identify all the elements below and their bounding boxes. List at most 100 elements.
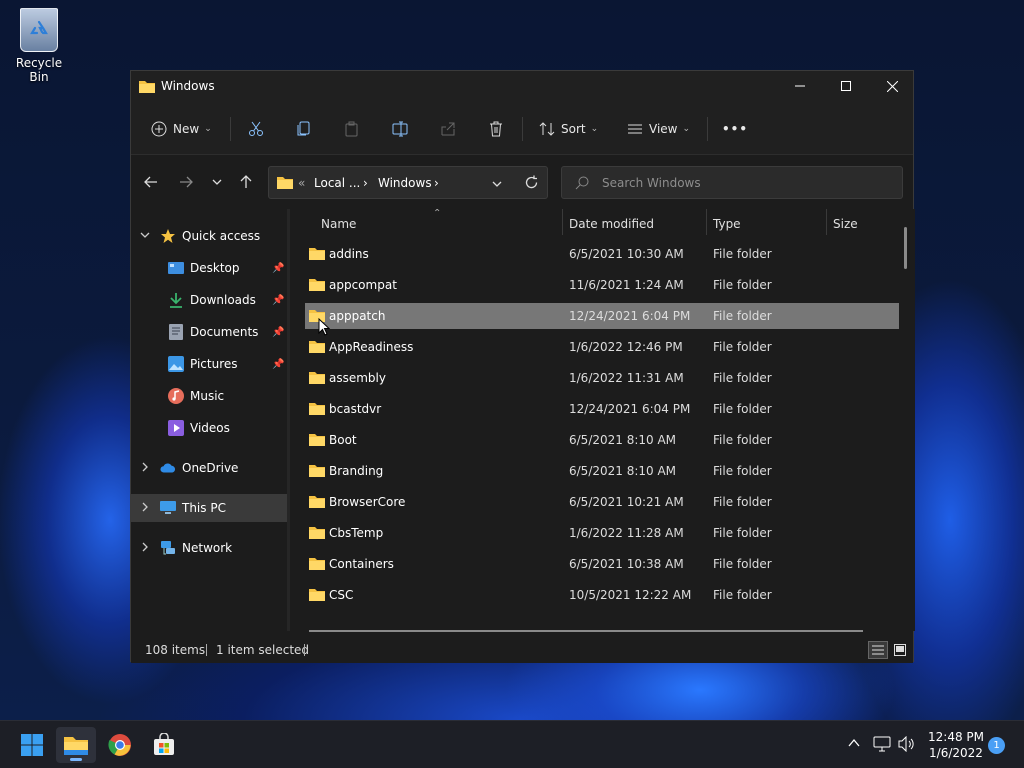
column-divider[interactable] xyxy=(562,209,563,235)
sort-button[interactable]: Sort ⌄ xyxy=(539,117,598,141)
sidebar-item-label: Videos xyxy=(190,421,230,435)
volume-button[interactable] xyxy=(898,735,916,755)
sidebar-item-documents[interactable]: Documents 📌 xyxy=(131,318,287,346)
file-explorer-window: Windows New ⌄ Sort ⌄ View ⌄ ••• « Local … xyxy=(130,70,915,663)
sidebar-item-videos[interactable]: Videos xyxy=(131,414,287,442)
file-row[interactable]: addins 6/5/2021 10:30 AM File folder xyxy=(305,241,899,267)
copy-button[interactable] xyxy=(296,117,312,141)
back-button[interactable] xyxy=(139,170,163,194)
paste-button[interactable] xyxy=(344,117,360,141)
taskbar-store[interactable] xyxy=(144,727,184,763)
horizontal-scrollbar[interactable] xyxy=(309,630,863,632)
file-name: BrowserCore xyxy=(329,495,406,509)
delete-button[interactable] xyxy=(488,117,504,141)
taskbar-file-explorer[interactable] xyxy=(56,727,96,763)
share-button[interactable] xyxy=(440,117,456,141)
chevron-right-icon[interactable] xyxy=(139,502,151,515)
start-button[interactable] xyxy=(12,727,52,763)
refresh-button[interactable] xyxy=(524,175,539,193)
title-bar[interactable]: Windows xyxy=(131,71,913,103)
sidebar-item-network[interactable]: Network xyxy=(131,534,287,562)
chevron-down-icon[interactable] xyxy=(139,230,151,243)
column-header-date[interactable]: Date modified xyxy=(569,209,699,239)
column-header-type[interactable]: Type xyxy=(713,209,823,239)
pane-splitter[interactable] xyxy=(287,209,290,631)
maximize-button[interactable] xyxy=(823,71,869,101)
chevron-right-icon[interactable] xyxy=(139,462,151,475)
more-options-button[interactable]: ••• xyxy=(722,117,748,141)
rename-button[interactable] xyxy=(392,117,408,141)
add-icon xyxy=(151,121,167,137)
file-row[interactable]: Branding 6/5/2021 8:10 AM File folder xyxy=(305,458,899,484)
forward-button[interactable] xyxy=(174,170,198,194)
view-button[interactable]: View ⌄ xyxy=(627,117,690,141)
file-row[interactable]: bcastdvr 12/24/2021 6:04 PM File folder xyxy=(305,396,899,422)
new-button[interactable]: New ⌄ xyxy=(151,117,212,141)
file-type: File folder xyxy=(713,247,772,261)
recycle-bin-label: Recycle Bin xyxy=(15,56,63,84)
chevron-right-icon[interactable] xyxy=(139,542,151,555)
recycle-bin-shortcut[interactable]: Recycle Bin xyxy=(6,8,72,84)
network-icon xyxy=(160,540,176,556)
sidebar-item-pictures[interactable]: Pictures 📌 xyxy=(131,350,287,378)
column-header-label: Size xyxy=(833,217,858,231)
address-bar[interactable]: « Local ... › Windows › xyxy=(268,166,548,199)
folder-icon xyxy=(309,587,325,604)
recent-locations-button[interactable] xyxy=(205,170,229,194)
minimize-button[interactable] xyxy=(777,71,823,101)
window-title: Windows xyxy=(161,79,215,93)
search-box[interactable]: Search Windows xyxy=(561,166,903,199)
sidebar-item-quick-access[interactable]: Quick access xyxy=(131,222,287,250)
tiles-view-button[interactable] xyxy=(890,641,910,659)
details-view-button[interactable] xyxy=(868,641,888,659)
chevron-right-icon: › xyxy=(363,176,368,190)
folder-icon xyxy=(309,339,325,356)
file-row[interactable]: apppatch 12/24/2021 6:04 PM File folder xyxy=(305,303,899,329)
notification-badge[interactable]: 1 xyxy=(988,737,1005,754)
breadcrumb-local-disk[interactable]: Local ... xyxy=(314,176,360,190)
sidebar-item-music[interactable]: Music xyxy=(131,382,287,410)
file-name: assembly xyxy=(329,371,386,385)
file-row[interactable]: Boot 6/5/2021 8:10 AM File folder xyxy=(305,427,899,453)
breadcrumb-overflow[interactable]: « xyxy=(298,176,305,190)
taskbar-chrome[interactable] xyxy=(100,727,140,763)
file-row[interactable]: assembly 1/6/2022 11:31 AM File folder xyxy=(305,365,899,391)
file-type: File folder xyxy=(713,588,772,602)
file-row[interactable]: BrowserCore 6/5/2021 10:21 AM File folder xyxy=(305,489,899,515)
breadcrumb-windows[interactable]: Windows xyxy=(378,176,432,190)
search-input[interactable]: Search Windows xyxy=(602,176,701,190)
pin-icon: 📌 xyxy=(272,358,285,370)
folder-icon xyxy=(309,556,325,573)
file-row[interactable]: appcompat 11/6/2021 1:24 AM File folder xyxy=(305,272,899,298)
column-divider[interactable] xyxy=(826,209,827,235)
file-row[interactable]: Containers 6/5/2021 10:38 AM File folder xyxy=(305,551,899,577)
column-header-name[interactable]: Name xyxy=(321,209,561,239)
close-button[interactable] xyxy=(869,71,915,101)
sidebar-item-this-pc[interactable]: This PC xyxy=(131,494,287,522)
network-status-button[interactable] xyxy=(873,736,891,755)
file-explorer-icon xyxy=(64,737,88,755)
cut-button[interactable] xyxy=(248,117,264,141)
file-row[interactable]: CSC 10/5/2021 12:22 AM File folder xyxy=(305,582,899,608)
desktop-icon xyxy=(168,260,184,276)
sidebar-item-desktop[interactable]: Desktop 📌 xyxy=(131,254,287,282)
file-type: File folder xyxy=(713,495,772,509)
file-row[interactable]: AppReadiness 1/6/2022 12:46 PM File folder xyxy=(305,334,899,360)
file-date-modified: 1/6/2022 11:31 AM xyxy=(569,371,684,385)
music-icon xyxy=(168,388,184,404)
file-type: File folder xyxy=(713,278,772,292)
documents-icon xyxy=(168,324,184,340)
arrow-right-icon xyxy=(180,176,193,188)
show-hidden-icons-button[interactable] xyxy=(848,737,860,751)
file-row[interactable]: CbsTemp 1/6/2022 11:28 AM File folder xyxy=(305,520,899,546)
column-header-size[interactable]: Size xyxy=(833,209,893,239)
file-name: apppatch xyxy=(329,309,386,323)
sidebar-item-downloads[interactable]: Downloads 📌 xyxy=(131,286,287,314)
column-divider[interactable] xyxy=(706,209,707,235)
sidebar-item-onedrive[interactable]: OneDrive xyxy=(131,454,287,482)
clock[interactable]: 12:48 PM 1/6/2022 xyxy=(924,729,988,761)
up-button[interactable] xyxy=(234,170,258,194)
address-history-button[interactable] xyxy=(492,178,502,192)
vertical-scrollbar[interactable] xyxy=(904,227,907,269)
arrow-up-icon xyxy=(240,175,252,188)
